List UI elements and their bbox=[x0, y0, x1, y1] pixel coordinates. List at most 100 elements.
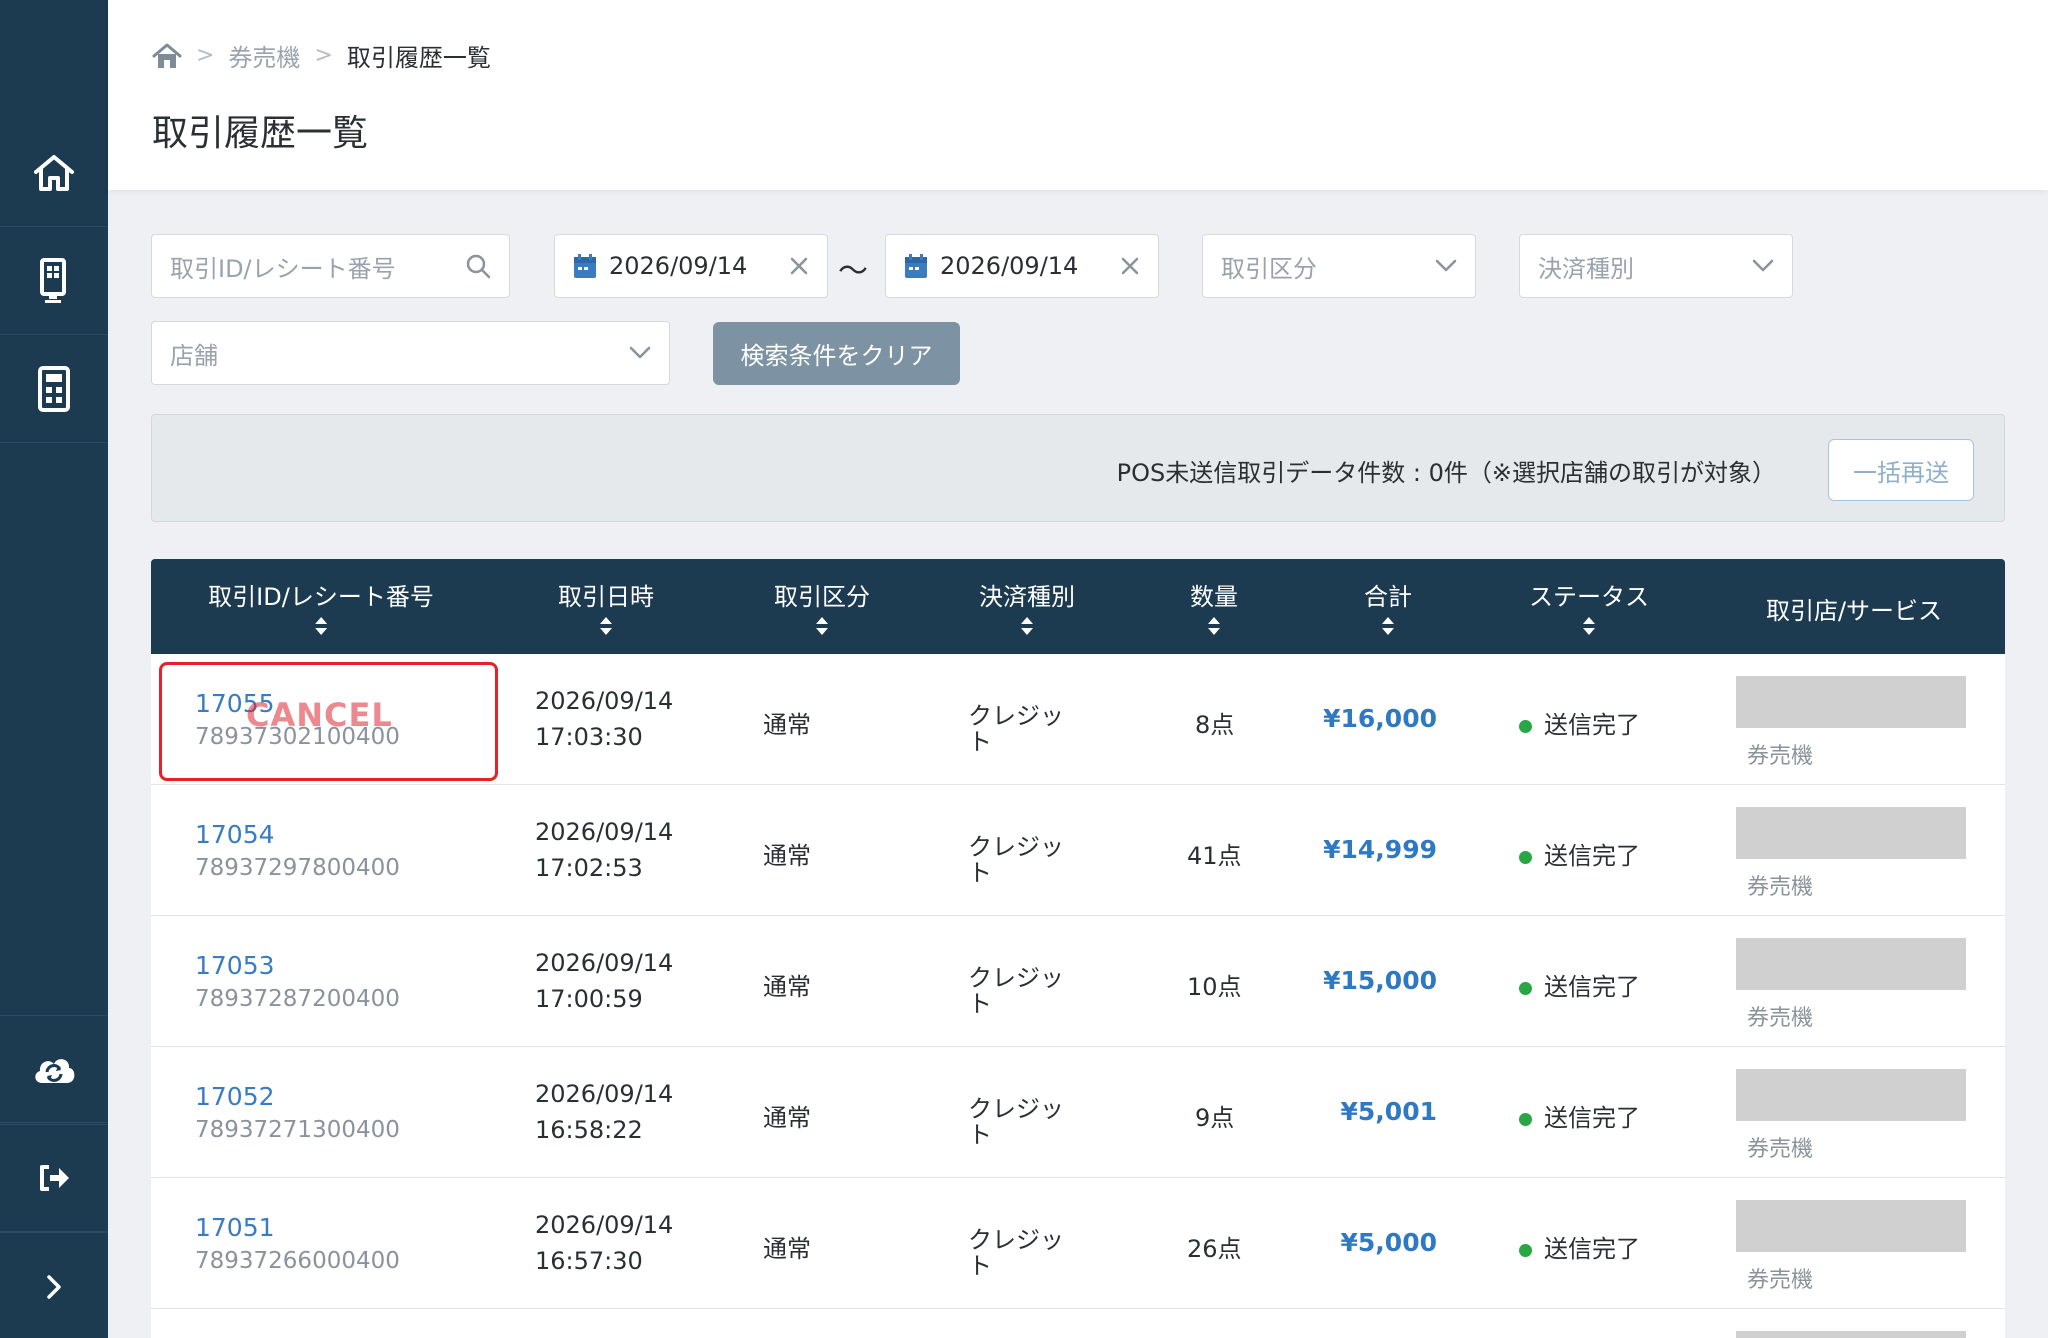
kiosk-icon bbox=[40, 257, 66, 303]
page-header: > 券売機 > 取引履歴一覧 取引履歴一覧 bbox=[108, 0, 2048, 190]
status-dot-icon bbox=[1519, 981, 1532, 995]
sidebar-item-home[interactable] bbox=[0, 119, 108, 227]
table-row[interactable] bbox=[151, 1309, 2005, 1338]
column-header-label: 取引ID/レシート番号 bbox=[208, 583, 434, 611]
transaction-type: 通常 bbox=[763, 973, 811, 1001]
table-row[interactable]: 17054 78937297800400 2026/09/14 17:02:53… bbox=[151, 785, 2005, 916]
transaction-time: 16:58:22 bbox=[535, 1116, 643, 1144]
quantity: 10点 bbox=[1187, 973, 1242, 1001]
pos-unsent-count: POS未送信取引データ件数 : 0件（※選択店舗の取引が対象） bbox=[1116, 459, 1776, 487]
table-row[interactable]: 17051 78937266000400 2026/09/14 16:57:30… bbox=[151, 1178, 2005, 1309]
table-row[interactable]: 17053 78937287200400 2026/09/14 17:00:59… bbox=[151, 916, 2005, 1047]
transaction-time: 17:00:59 bbox=[535, 985, 643, 1013]
store-name-redacted bbox=[1736, 1331, 1966, 1338]
receipt-number: 78937271300400 bbox=[195, 1117, 400, 1143]
transaction-id-link[interactable]: 17054 bbox=[195, 820, 275, 849]
store-placeholder: 店舗 bbox=[170, 341, 218, 370]
total-amount: ¥16,000 bbox=[1323, 704, 1437, 733]
status-label: 送信完了 bbox=[1544, 711, 1640, 739]
status-dot-icon bbox=[1519, 1112, 1532, 1126]
column-header-store: 取引店/サービス bbox=[1766, 591, 1942, 626]
total-amount: ¥14,999 bbox=[1323, 835, 1437, 864]
store-name-redacted bbox=[1736, 807, 1966, 859]
breadcrumb-link[interactable]: 券売機 bbox=[228, 38, 300, 73]
transaction-type-placeholder: 取引区分 bbox=[1221, 254, 1317, 283]
transaction-date: 2026/09/14 bbox=[535, 818, 674, 846]
transaction-type-select[interactable]: 取引区分 bbox=[1202, 234, 1476, 298]
sort-icon bbox=[600, 617, 612, 635]
calculator-icon bbox=[38, 365, 70, 412]
column-header-label: 取引区分 bbox=[774, 583, 870, 611]
column-header-status[interactable]: ステータス bbox=[1529, 577, 1649, 636]
chevron-right-icon bbox=[47, 1274, 61, 1299]
service-label: 券売機 bbox=[1747, 1268, 1814, 1293]
store-select[interactable]: 店舗 bbox=[151, 321, 670, 385]
column-header-quantity[interactable]: 数量 bbox=[1190, 577, 1238, 636]
column-header-payment[interactable]: 決済種別 bbox=[979, 577, 1075, 636]
table-row[interactable]: 17052 78937271300400 2026/09/14 16:58:22… bbox=[151, 1047, 2005, 1178]
store-name-redacted bbox=[1736, 938, 1966, 990]
transaction-time: 17:02:53 bbox=[535, 854, 643, 882]
cloud-sync-icon bbox=[35, 1059, 75, 1083]
clear-icon[interactable] bbox=[1120, 256, 1140, 276]
transaction-date: 2026/09/14 bbox=[535, 1080, 674, 1108]
table-header: 取引ID/レシート番号 取引日時 取引区分 決済種別 数量 合計 ステータス 取… bbox=[151, 559, 2005, 654]
quantity: 8点 bbox=[1195, 711, 1235, 739]
sort-icon bbox=[816, 617, 828, 635]
breadcrumb-separator: > bbox=[314, 43, 333, 68]
cancel-badge: CANCEL bbox=[246, 696, 393, 734]
status-label: 送信完了 bbox=[1544, 1235, 1640, 1263]
status: 送信完了 bbox=[1519, 836, 1640, 871]
store-name-redacted bbox=[1736, 676, 1966, 728]
sidebar-item-calculator[interactable] bbox=[0, 335, 108, 443]
status-dot-icon bbox=[1519, 1243, 1532, 1257]
sidebar-item-logout[interactable] bbox=[0, 1124, 108, 1232]
payment-type-select[interactable]: 決済種別 bbox=[1519, 234, 1793, 298]
chevron-down-icon bbox=[629, 346, 651, 359]
date-range-separator: 〜 bbox=[838, 254, 868, 289]
sidebar-expand-button[interactable] bbox=[0, 1232, 108, 1338]
transaction-time: 17:03:30 bbox=[535, 723, 643, 751]
date-from-input[interactable]: 2026/09/14 bbox=[554, 234, 828, 298]
transaction-date: 2026/09/14 bbox=[535, 687, 674, 715]
status-label: 送信完了 bbox=[1544, 842, 1640, 870]
home-icon[interactable] bbox=[152, 42, 182, 70]
transaction-id-link[interactable]: 17052 bbox=[195, 1082, 275, 1111]
clear-filters-button[interactable]: 検索条件をクリア bbox=[713, 322, 960, 385]
sort-icon bbox=[1382, 617, 1394, 635]
search-input[interactable]: 取引ID/レシート番号 bbox=[151, 234, 510, 298]
clear-icon[interactable] bbox=[789, 256, 809, 276]
breadcrumb-current: 取引履歴一覧 bbox=[346, 44, 491, 72]
transaction-id-link[interactable]: 17053 bbox=[195, 951, 275, 980]
page-title: 取引履歴一覧 bbox=[152, 113, 369, 154]
column-header-datetime[interactable]: 取引日時 bbox=[558, 577, 654, 636]
transaction-type: 通常 bbox=[763, 1235, 811, 1263]
quantity: 41点 bbox=[1187, 842, 1242, 870]
column-header-type[interactable]: 取引区分 bbox=[774, 577, 870, 636]
column-header-id[interactable]: 取引ID/レシート番号 bbox=[208, 577, 434, 636]
date-from-value: 2026/09/14 bbox=[609, 252, 748, 280]
receipt-number: 78937287200400 bbox=[195, 986, 400, 1012]
transaction-id-link[interactable]: 17051 bbox=[195, 1213, 275, 1242]
sort-icon bbox=[1021, 617, 1033, 635]
receipt-number: 78937266000400 bbox=[195, 1248, 400, 1274]
transaction-time: 16:57:30 bbox=[535, 1247, 643, 1275]
search-placeholder: 取引ID/レシート番号 bbox=[170, 254, 396, 283]
home-icon bbox=[34, 154, 74, 191]
bulk-resend-button[interactable]: 一括再送 bbox=[1828, 439, 1974, 501]
receipt-number: 78937297800400 bbox=[195, 855, 400, 881]
date-to-input[interactable]: 2026/09/14 bbox=[885, 234, 1159, 298]
service-label: 券売機 bbox=[1747, 1006, 1814, 1031]
breadcrumb: > 券売機 > 取引履歴一覧 bbox=[152, 38, 491, 73]
sidebar-item-sync[interactable] bbox=[0, 1015, 108, 1123]
sort-icon bbox=[315, 617, 327, 635]
transaction-table: 17055 78937302100400 CANCEL 2026/09/14 1… bbox=[151, 654, 2005, 1338]
transaction-type: 通常 bbox=[763, 711, 811, 739]
payment-type-placeholder: 決済種別 bbox=[1538, 254, 1634, 283]
column-header-total[interactable]: 合計 bbox=[1364, 577, 1412, 636]
sidebar-item-kiosk[interactable] bbox=[0, 227, 108, 335]
transaction-date: 2026/09/14 bbox=[535, 1211, 674, 1239]
store-name-redacted bbox=[1736, 1200, 1966, 1252]
table-row[interactable]: 17055 78937302100400 CANCEL 2026/09/14 1… bbox=[151, 654, 2005, 785]
transaction-date: 2026/09/14 bbox=[535, 949, 674, 977]
